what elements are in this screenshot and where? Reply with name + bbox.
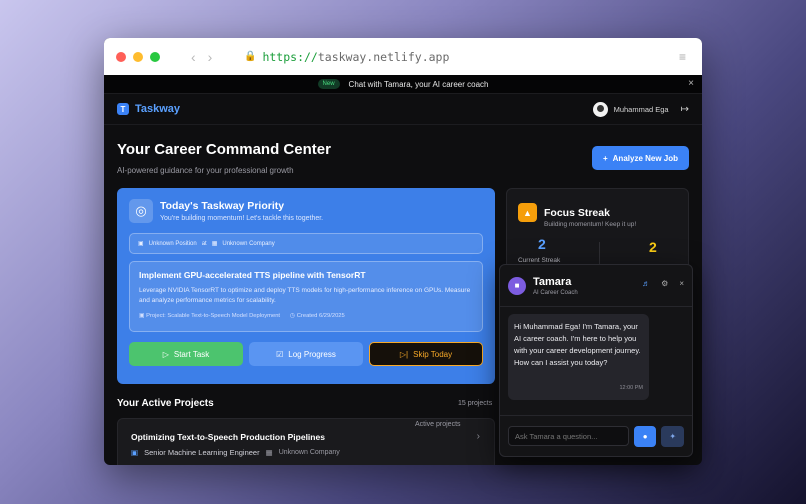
start-task-button[interactable]: ▷ Start Task (129, 342, 243, 366)
project-title: Optimizing Text-to-Speech Production Pip… (131, 432, 325, 442)
second-streak-value: 2 (649, 239, 657, 255)
building-icon: ▦ (211, 241, 218, 247)
projects-title: Your Active Projects (117, 398, 214, 409)
task-project: ▣ Project: Scalable Text-to-Speech Model… (139, 313, 281, 319)
chat-role: AI Career Coach (533, 289, 578, 296)
maximize-window-button[interactable] (150, 51, 160, 62)
chat-message-time: 12:00 PM (619, 385, 643, 391)
play-icon: ▷ (162, 349, 169, 359)
start-label: Start Task (173, 349, 210, 359)
chat-name: Tamara (533, 275, 572, 288)
close-window-button[interactable] (116, 51, 126, 62)
mic-icon[interactable]: ● (633, 425, 657, 447)
announcement-bar: New Chat with Tamara, your AI career coa… (104, 75, 702, 94)
position-text: Unknown Position (148, 240, 197, 247)
chat-input-row: ● ✦ (500, 415, 692, 456)
analyze-label: Analyze New Job (612, 153, 679, 163)
at-text: at (201, 240, 207, 247)
page-title: Your Career Command Center (117, 141, 331, 158)
sparkle-send-icon[interactable]: ✦ (661, 425, 685, 447)
current-streak-value: 2 (538, 236, 546, 252)
url-protocol: https:// (262, 49, 318, 64)
close-announcement-icon[interactable]: × (688, 78, 694, 89)
plus-icon: + (602, 153, 608, 163)
skip-label: Skip Today (413, 349, 453, 359)
priority-card: ◎ Today's Taskway Priority You're buildi… (117, 188, 495, 384)
log-progress-button[interactable]: ☑ Log Progress (249, 342, 363, 366)
building-icon: ▦ (265, 448, 273, 457)
app-header: T Taskway Muhammad Ega ↦ (104, 94, 702, 125)
chat-message: Hi Muhammad Ega! I'm Tamara, your AI car… (508, 314, 649, 400)
log-label: Log Progress (288, 349, 336, 359)
logo-icon[interactable]: T (117, 103, 129, 115)
chat-header: ■ Tamara AI Career Coach ♬ ⚙ × (500, 265, 692, 307)
avatar[interactable] (592, 101, 608, 117)
active-projects-label: Active projects (415, 421, 461, 428)
task-description: Leverage NVIDIA TensorRT to optimize and… (139, 287, 471, 304)
current-streak-label: Current Streak (518, 257, 561, 264)
reader-icon[interactable]: ≡ (679, 50, 686, 64)
forward-icon[interactable]: › (208, 49, 213, 65)
address-bar[interactable]: 🔒 https:// taskway.netlify.app (244, 38, 449, 75)
chat-input[interactable] (508, 426, 629, 446)
streak-divider (599, 242, 600, 264)
chevron-right-icon[interactable]: › (477, 431, 480, 442)
briefcase-icon: ▣ (131, 448, 139, 457)
project-company: Unknown Company (278, 449, 340, 456)
brand-name[interactable]: Taskway (135, 103, 180, 115)
url-host: taskway.netlify.app (317, 49, 450, 64)
logout-icon[interactable]: ↦ (681, 104, 689, 115)
close-chat-icon[interactable]: × (679, 279, 684, 288)
focus-subtitle: Building momentum! Keep it up! (544, 221, 637, 228)
flame-icon: ▲ (518, 203, 537, 222)
chat-message-text: Hi Muhammad Ega! I'm Tamara, your AI car… (514, 322, 641, 367)
projects-count: 15 projects (458, 400, 493, 407)
chat-panel: ■ Tamara AI Career Coach ♬ ⚙ × Hi Muhamm… (499, 264, 693, 457)
page-subtitle: AI-powered guidance for your professiona… (117, 166, 294, 175)
browser-toolbar: ‹ › 🔒 https:// taskway.netlify.app ≡ (104, 38, 702, 75)
task-card[interactable]: Implement GPU-accelerated TTS pipeline w… (129, 261, 483, 332)
skip-today-button[interactable]: ▷| Skip Today (369, 342, 483, 366)
priority-subtitle: You're building momentum! Let's tackle t… (160, 215, 324, 222)
briefcase-icon: ▣ (138, 241, 144, 247)
priority-title: Today's Taskway Priority (160, 200, 285, 212)
new-badge: New (317, 79, 340, 89)
speaker-icon[interactable]: ♬ (642, 279, 650, 288)
target-icon: ◎ (129, 199, 153, 223)
checkbox-icon: ☑ (276, 349, 284, 359)
focus-title: Focus Streak (544, 206, 610, 219)
clock-icon: ◷ (290, 313, 296, 319)
user-name: Muhammad Ega (613, 104, 669, 114)
lock-icon: 🔒 (244, 51, 257, 62)
position-bar: ▣ Unknown Position at ▦ Unknown Company (129, 233, 483, 254)
user-menu[interactable]: Muhammad Ega ↦ (592, 101, 689, 117)
announcement-text[interactable]: Chat with Tamara, your AI career coach (349, 80, 489, 89)
folder-icon: ▣ (139, 313, 145, 319)
gear-icon[interactable]: ⚙ (661, 279, 668, 288)
company-text: Unknown Company (222, 240, 275, 247)
minimize-window-button[interactable] (133, 51, 143, 62)
skip-icon: ▷| (399, 349, 409, 359)
analyze-new-job-button[interactable]: + Analyze New Job (592, 146, 689, 170)
task-created: ◷ Created 6/29/2025 (290, 313, 345, 319)
bot-icon: ■ (508, 276, 526, 295)
task-title: Implement GPU-accelerated TTS pipeline w… (139, 270, 366, 280)
project-role: Senior Machine Learning Engineer (144, 448, 260, 457)
back-icon[interactable]: ‹ (191, 49, 196, 65)
